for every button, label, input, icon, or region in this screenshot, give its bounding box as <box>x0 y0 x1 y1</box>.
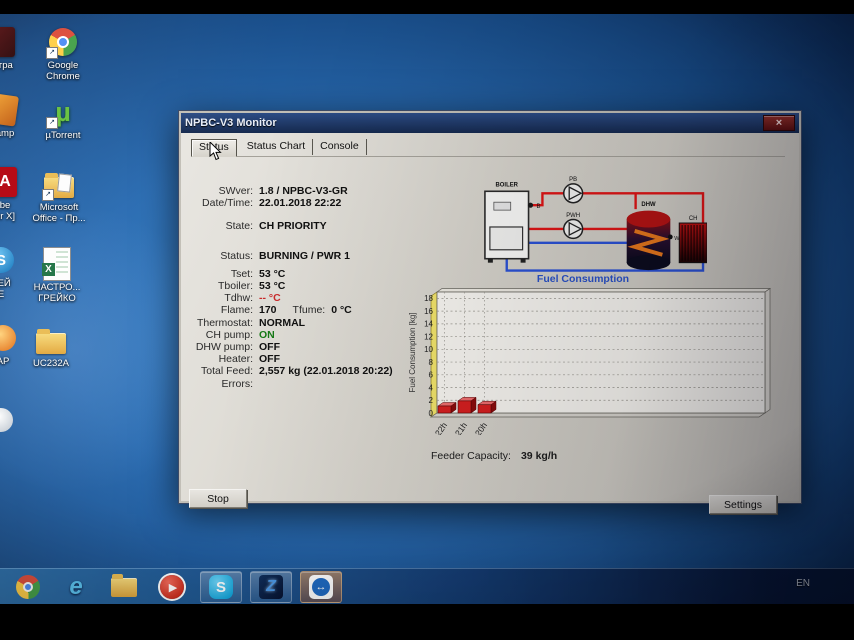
file-explorer-icon <box>111 578 137 597</box>
app-icon <box>0 247 14 273</box>
tank-sensor-dot <box>668 235 673 240</box>
svg-text:20h: 20h <box>473 420 489 435</box>
svg-text:18: 18 <box>424 294 433 303</box>
chart-bar <box>478 401 496 413</box>
npbc-app-icon <box>259 575 283 599</box>
boiler-display <box>494 202 511 210</box>
desktop-icon-partial-6[interactable] <box>0 404 30 436</box>
desktop-icon-chrome[interactable]: Google Chrome <box>34 26 92 82</box>
desktop-icon-utorrent[interactable]: µTorrent <box>34 96 92 141</box>
tab-status-chart[interactable]: Status Chart <box>240 139 313 155</box>
taskbar-chrome[interactable] <box>8 572 48 602</box>
close-button[interactable] <box>763 115 795 131</box>
npbc-monitor-window: NPBC-V3 Monitor Status Status Chart Cons… <box>178 110 802 504</box>
chart-title: Fuel Consumption <box>421 273 745 285</box>
desktop-icon-partial-1[interactable]: стра <box>0 26 32 71</box>
supply-pipe <box>529 193 703 223</box>
fuel-consumption-chart: 0 2 4 6 8 10 12 14 16 18 22h 21h 20h Fuel Consumption… <box>407 285 775 435</box>
window-title: NPBC-V3 Monitor <box>185 117 763 129</box>
chart-bar <box>458 397 476 413</box>
tab-strip: Status Status Chart Console <box>191 139 785 157</box>
return-pipe-main <box>507 257 703 271</box>
status-row: State:CH PRIORITY <box>183 220 483 232</box>
shortcut-arrow-icon <box>46 47 58 59</box>
app-icon <box>0 325 16 351</box>
svg-text:6: 6 <box>429 371 434 380</box>
svg-text:16: 16 <box>424 307 433 316</box>
svg-text:21h: 21h <box>453 420 469 435</box>
feeder-capacity-value: 39 kg/h <box>521 450 557 462</box>
boiler-door <box>490 227 523 250</box>
shortcut-arrow-icon <box>42 189 54 201</box>
stop-button[interactable]: Stop <box>189 489 247 508</box>
folder-icon <box>36 333 66 354</box>
desktop-icon-office-folder[interactable]: Microsoft Office - Пр... <box>30 168 88 224</box>
desktop-icon-excel-file[interactable]: НАСТРО... ГРЕЙКО <box>28 248 86 304</box>
media-player-icon <box>160 575 184 599</box>
settings-button[interactable]: Settings <box>709 495 777 514</box>
desktop-icon-partial-3[interactable]: be er X] <box>0 166 34 222</box>
app-icon <box>0 408 13 432</box>
svg-text:8: 8 <box>429 358 434 367</box>
hydraulic-diagram: B BOILER PB PWH WH DHW <box>477 173 707 277</box>
window-client-area: Status Status Chart Console SWver:1.8 / … <box>181 133 799 501</box>
boiler-sensor-label: B <box>536 204 540 210</box>
pump-ch-label: PB <box>569 177 577 183</box>
svg-text:12: 12 <box>424 332 433 341</box>
excel-file-icon <box>43 247 71 281</box>
app-icon <box>0 27 15 57</box>
adobe-reader-icon <box>0 167 17 197</box>
desktop: Google Chrome µTorrent Microsoft Office … <box>0 14 854 604</box>
taskbar-npbc-app[interactable] <box>250 571 292 603</box>
shortcut-arrow-icon <box>46 117 58 129</box>
desktop-icon-label: Microsoft Office - Пр... <box>32 202 85 224</box>
photo-of-laptop-screen: Google Chrome µTorrent Microsoft Office … <box>0 0 854 640</box>
window-titlebar[interactable]: NPBC-V3 Monitor <box>181 113 799 133</box>
desktop-icon-label: НАСТРО... ГРЕЙКО <box>34 282 81 304</box>
internet-explorer-icon <box>69 573 82 601</box>
app-icon <box>0 93 19 126</box>
desktop-icon-partial-4[interactable]: ЧЕЙ Е <box>0 244 30 300</box>
svg-text:2: 2 <box>429 396 434 405</box>
feeder-capacity-label: Feeder Capacity: <box>431 450 511 462</box>
tank-label: DHW <box>641 202 656 208</box>
desktop-icon-label: µTorrent <box>45 130 80 141</box>
boiler-label: BOILER <box>496 182 519 188</box>
status-row: Date/Time:22.01.2018 22:22 <box>183 197 483 209</box>
tab-console[interactable]: Console <box>313 139 367 155</box>
status-row: SWver:1.8 / NPBC-V3-GR <box>183 185 483 197</box>
desktop-icon-partial-5[interactable]: АР <box>0 322 32 367</box>
boiler-sensor-dot <box>528 203 533 208</box>
taskbar-media-player[interactable] <box>152 572 192 602</box>
desktop-icon-label: Google Chrome <box>46 60 80 82</box>
chrome-icon <box>16 575 40 599</box>
taskbar-skype[interactable] <box>200 571 242 603</box>
taskbar: EN <box>0 568 854 604</box>
radiator-label: CH <box>689 216 698 222</box>
desktop-icon-partial-2[interactable]: amp <box>0 94 34 139</box>
status-row: Status:BURNING / PWR 1 <box>183 250 483 262</box>
pump-dhw-label: PWH <box>566 213 580 219</box>
tab-status[interactable]: Status <box>191 139 237 157</box>
chart-bar <box>438 402 456 413</box>
svg-text:4: 4 <box>429 383 434 392</box>
feeder-capacity: Feeder Capacity: 39 kg/h <box>431 450 557 462</box>
svg-text:10: 10 <box>424 345 433 354</box>
teamviewer-icon <box>309 575 333 599</box>
skype-icon <box>209 575 233 599</box>
taskbar-file-explorer[interactable] <box>104 572 144 602</box>
taskbar-teamviewer[interactable] <box>300 571 342 603</box>
svg-text:22h: 22h <box>433 420 449 435</box>
desktop-icon-label: UC232A <box>33 358 69 369</box>
language-indicator[interactable]: EN <box>796 578 810 589</box>
svg-text:0: 0 <box>429 409 434 418</box>
svg-text:14: 14 <box>424 320 433 329</box>
svg-text:Fuel Consumption [kg]: Fuel Consumption [kg] <box>408 312 417 392</box>
taskbar-internet-explorer[interactable] <box>56 572 96 602</box>
